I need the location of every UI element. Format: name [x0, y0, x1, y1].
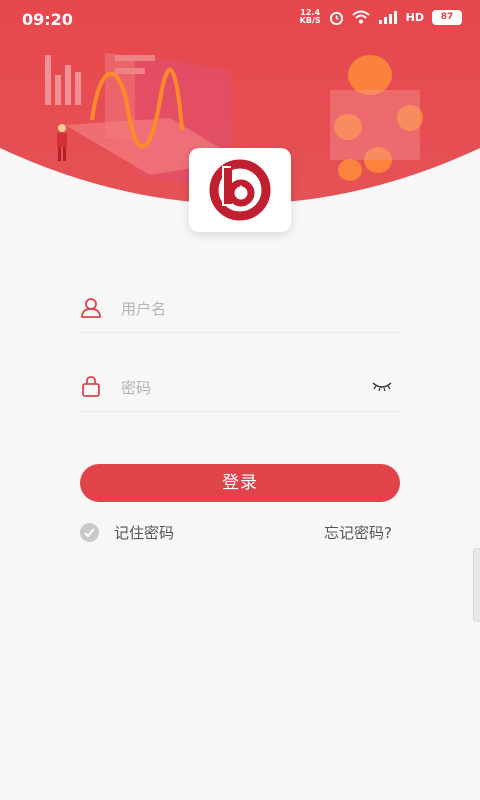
lock-icon: [82, 376, 100, 397]
status-time: 09:20: [22, 10, 73, 29]
status-bar: 09:20 12.4 KB/S HD 87: [0, 0, 480, 38]
username-placeholder: 用户名: [121, 300, 167, 318]
hd-icon: HD: [405, 10, 424, 24]
eye-closed-icon[interactable]: [372, 381, 392, 391]
password-placeholder: 密码: [121, 379, 152, 397]
app-logo-icon: [209, 159, 271, 221]
wifi-icon: [351, 10, 370, 24]
net-speed: 12.4 KB/S: [300, 9, 321, 25]
battery-icon: 87: [432, 9, 462, 25]
remember-password[interactable]: 记住密码: [80, 521, 174, 543]
user-icon: [81, 298, 101, 318]
forgot-password-link[interactable]: 忘记密码?: [324, 522, 392, 543]
edge-handle[interactable]: [473, 548, 480, 622]
alarm-icon: [329, 11, 343, 25]
status-icons: 12.4 KB/S HD 87: [300, 9, 462, 25]
app-logo: [189, 148, 291, 232]
check-icon[interactable]: [80, 522, 99, 542]
remember-label: 记住密码: [114, 523, 175, 542]
signal-icon: [378, 11, 397, 24]
login-button[interactable]: 登录: [80, 464, 400, 502]
net-speed-unit: KB/S: [299, 16, 321, 25]
password-field[interactable]: 密码: [80, 367, 400, 412]
username-field[interactable]: 用户名: [80, 288, 400, 333]
